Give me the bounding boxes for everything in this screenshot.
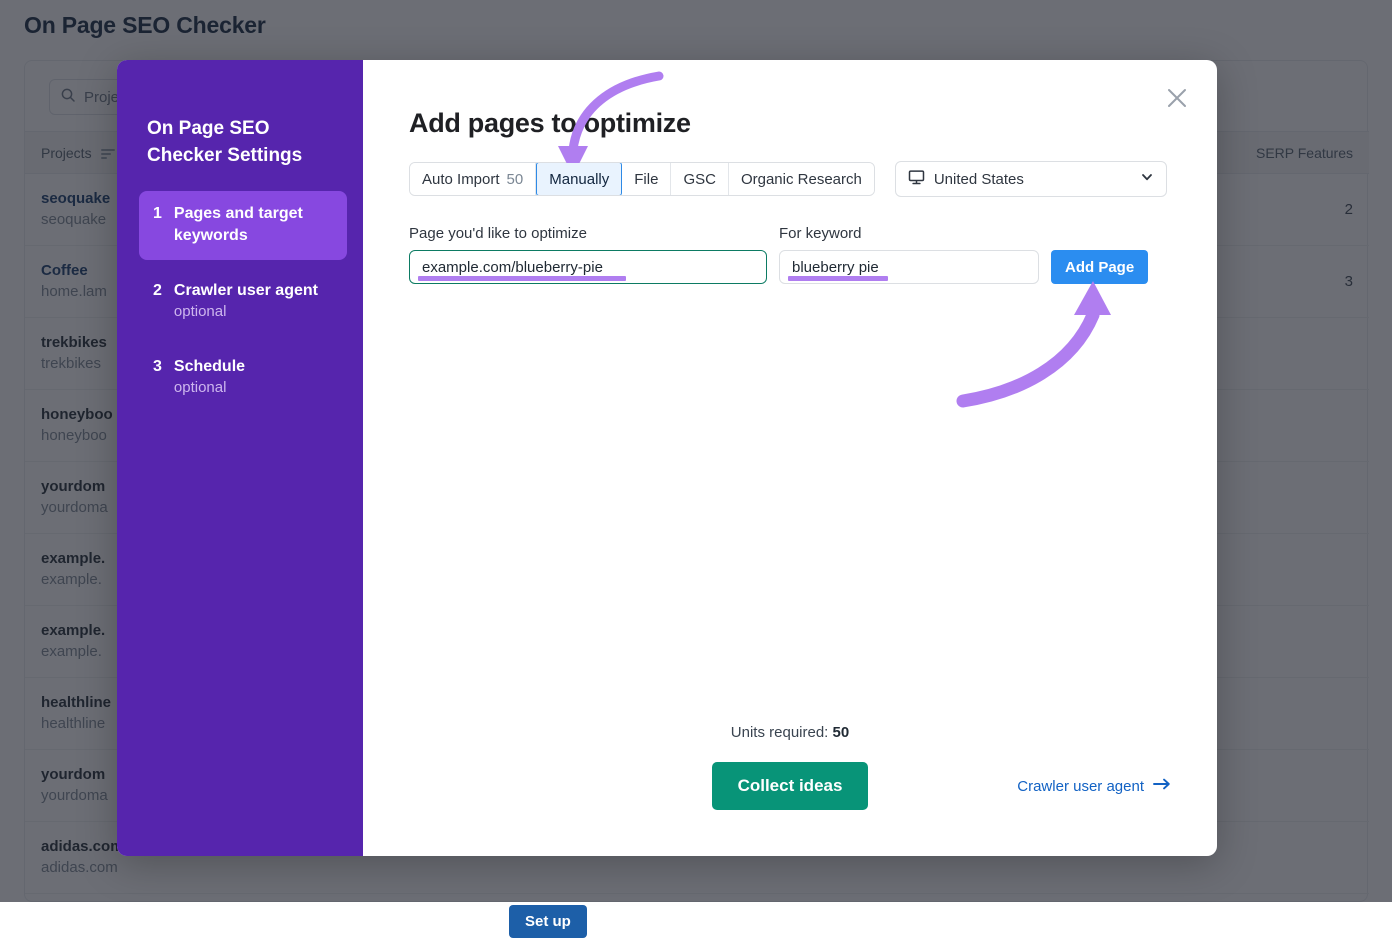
step-optional: optional (174, 302, 318, 322)
sidebar-step-1[interactable]: 1 Pages and target keywords (139, 191, 347, 260)
page-field-group: Page you'd like to optimize (409, 225, 767, 284)
crawler-user-agent-link[interactable]: Crawler user agent (1017, 777, 1171, 795)
country-select[interactable]: United States (895, 161, 1167, 197)
page-input-wrap (409, 250, 767, 284)
tab-auto-import[interactable]: Auto Import 50 (410, 163, 536, 195)
setup-button[interactable]: Set up (509, 905, 587, 938)
tab-label: Organic Research (741, 171, 862, 188)
tab-label: GSC (683, 171, 716, 188)
collect-ideas-button[interactable]: Collect ideas (712, 762, 869, 810)
sidebar-step-2[interactable]: 2 Crawler user agentoptional (139, 268, 347, 336)
step-number: 3 (153, 356, 162, 398)
add-page-button[interactable]: Add Page (1051, 250, 1148, 284)
tab-label: File (634, 171, 658, 188)
modal-main: Add pages to optimize Auto Import 50 Manua… (363, 60, 1217, 856)
tab-count: 50 (507, 171, 524, 188)
modal-footer: Units required: 50 Collect ideas Crawler… (363, 724, 1217, 810)
units-label: Units required: (731, 724, 829, 741)
units-value: 50 (833, 724, 850, 741)
settings-modal: On Page SEO Checker Settings 1 Pages and … (117, 60, 1217, 856)
close-icon[interactable] (1159, 80, 1195, 116)
chevron-down-icon (1140, 170, 1154, 188)
step-number: 2 (153, 280, 162, 322)
tab-label: Auto Import (422, 171, 500, 188)
arrow-right-icon (1153, 777, 1171, 795)
page-url-input[interactable] (409, 250, 767, 284)
import-source-tabs: Auto Import 50 Manually File GSC Organic Rese… (409, 162, 875, 196)
tab-label: Manually (549, 171, 609, 188)
keyword-field-group: For keyword (779, 225, 1039, 284)
desktop-icon (908, 169, 925, 190)
step-label: Pages and target keywords (174, 203, 333, 246)
keyword-field-label: For keyword (779, 225, 1039, 242)
modal-title: Add pages to optimize (409, 108, 1171, 139)
tab-organic-research[interactable]: Organic Research (729, 163, 874, 195)
modal-sidebar: On Page SEO Checker Settings 1 Pages and … (117, 60, 363, 856)
import-controls-row: Auto Import 50 Manually File GSC Organic Rese… (409, 161, 1171, 197)
page-field-label: Page you'd like to optimize (409, 225, 767, 242)
footer-actions: Collect ideas Crawler user agent (409, 762, 1171, 810)
page-keyword-fields: Page you'd like to optimize For keyword … (409, 225, 1171, 284)
units-required: Units required: 50 (409, 724, 1171, 741)
sidebar-step-3[interactable]: 3 Scheduleoptional (139, 344, 347, 412)
crawler-link-label: Crawler user agent (1017, 778, 1144, 795)
step-optional: optional (174, 378, 245, 398)
step-number: 1 (153, 203, 162, 246)
keyword-input-wrap (779, 250, 1039, 284)
keyword-input[interactable] (779, 250, 1039, 284)
sidebar-steps: 1 Pages and target keywords 2 Crawler user … (147, 191, 341, 412)
tab-gsc[interactable]: GSC (671, 163, 729, 195)
country-value: United States (934, 171, 1024, 188)
sidebar-title: On Page SEO Checker Settings (147, 116, 322, 169)
step-label: Crawler user agent (174, 280, 318, 302)
step-label: Schedule (174, 356, 245, 378)
tab-manually[interactable]: Manually (536, 162, 622, 196)
tab-file[interactable]: File (622, 163, 671, 195)
